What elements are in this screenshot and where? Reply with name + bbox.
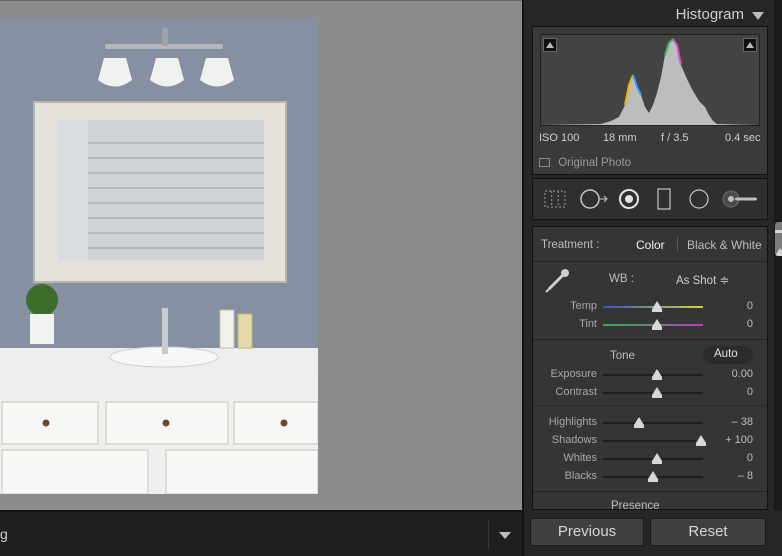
panel-scroll-thumb[interactable] bbox=[775, 222, 782, 256]
focal-readout: 18 mm bbox=[603, 132, 637, 144]
filmstrip-bar: g bbox=[0, 510, 522, 556]
radial-filter-icon[interactable] bbox=[687, 188, 711, 210]
highlight-clipping-icon[interactable] bbox=[743, 38, 757, 52]
highlights-label: Highlights bbox=[548, 416, 597, 428]
auto-tone-label: Auto bbox=[714, 348, 738, 360]
presence-label: Presence bbox=[611, 500, 660, 510]
shadows-slider-track[interactable] bbox=[603, 440, 703, 442]
histogram-graph bbox=[541, 38, 759, 125]
treatment-separator bbox=[677, 237, 678, 251]
original-photo-toggle[interactable]: Original Photo bbox=[539, 157, 631, 169]
exposure-label: Exposure bbox=[550, 368, 597, 380]
filmstrip-divider bbox=[488, 520, 489, 548]
tone-separator-line bbox=[533, 339, 767, 340]
temp-value[interactable]: 0 bbox=[703, 300, 753, 312]
shadow-clipping-icon[interactable] bbox=[543, 38, 557, 52]
treatment-separator-line bbox=[533, 261, 767, 262]
histogram-plot bbox=[540, 34, 760, 126]
histogram-title: Histogram bbox=[675, 6, 744, 23]
wb-dropdown[interactable]: As Shot ≑ bbox=[676, 273, 729, 287]
highlights-slider-track[interactable] bbox=[603, 422, 703, 424]
histogram-header[interactable]: Histogram bbox=[532, 2, 768, 26]
blacks-label: Blacks bbox=[564, 470, 597, 482]
previous-button[interactable]: Previous bbox=[530, 518, 644, 546]
exposure-slider-thumb[interactable] bbox=[652, 369, 662, 380]
presence-separator-line bbox=[533, 405, 767, 406]
filmstrip-label: g bbox=[0, 526, 8, 542]
tone-label: Tone bbox=[610, 350, 635, 362]
original-photo-checkbox[interactable] bbox=[539, 158, 550, 167]
shutter-readout: 0.4 sec bbox=[725, 132, 761, 144]
iso-readout: ISO 100 bbox=[539, 132, 580, 144]
contrast-slider-thumb[interactable] bbox=[652, 387, 662, 398]
bottom-buttons: Previous Reset bbox=[530, 518, 782, 548]
histogram-luminance-area bbox=[541, 39, 759, 125]
basic-panel: Treatment : Color Black & White WB : As … bbox=[532, 226, 768, 510]
contrast-value[interactable]: 0 bbox=[703, 386, 753, 398]
graduated-filter-icon[interactable] bbox=[655, 188, 673, 210]
whites-label: Whites bbox=[563, 452, 597, 464]
highlights-slider-thumb[interactable] bbox=[634, 417, 644, 428]
shadows-label: Shadows bbox=[551, 434, 597, 446]
tint-value[interactable]: 0 bbox=[703, 318, 753, 330]
panel-scrollbar[interactable] bbox=[774, 0, 782, 510]
blacks-slider-thumb[interactable] bbox=[648, 471, 658, 482]
white-balance-eyedropper-icon[interactable] bbox=[543, 267, 571, 295]
histogram-panel: ISO 100 18 mm f / 3.5 0.4 sec Original P… bbox=[532, 26, 768, 175]
original-photo-label: Original Photo bbox=[558, 157, 632, 169]
highlights-value[interactable]: – 38 bbox=[703, 416, 753, 428]
adjustment-brush-icon[interactable] bbox=[721, 188, 761, 210]
develop-panel: Histogram ISO 100 18 mm f / 3.5 0.4 sec … bbox=[522, 0, 782, 556]
collapse-triangle-icon[interactable] bbox=[752, 12, 764, 20]
treatment-bw-option[interactable]: Black & White bbox=[687, 238, 762, 252]
tool-strip bbox=[532, 178, 768, 220]
presence-header-separator bbox=[533, 491, 767, 492]
photo-preview bbox=[0, 18, 318, 494]
crop-overlay-icon[interactable] bbox=[543, 188, 567, 210]
exposure-value[interactable]: 0.00 bbox=[703, 368, 753, 380]
filmstrip-toggle-icon[interactable] bbox=[499, 532, 511, 539]
bathroom-photo bbox=[0, 18, 318, 494]
spot-removal-icon[interactable] bbox=[579, 188, 609, 210]
treatment-label: Treatment : bbox=[541, 239, 600, 251]
tint-label: Tint bbox=[579, 318, 597, 330]
wb-label: WB : bbox=[609, 273, 634, 285]
shadows-value[interactable]: + 100 bbox=[703, 434, 753, 446]
red-eye-icon[interactable] bbox=[617, 188, 641, 210]
whites-value[interactable]: 0 bbox=[703, 452, 753, 464]
whites-slider-thumb[interactable] bbox=[652, 453, 662, 464]
temp-label: Temp bbox=[570, 300, 597, 312]
contrast-label: Contrast bbox=[555, 386, 597, 398]
photo-canvas[interactable] bbox=[0, 0, 522, 510]
aperture-readout: f / 3.5 bbox=[661, 132, 689, 144]
blacks-value[interactable]: – 8 bbox=[703, 470, 753, 482]
tint-slider-thumb[interactable] bbox=[652, 319, 662, 330]
reset-button[interactable]: Reset bbox=[650, 518, 766, 546]
treatment-color-option[interactable]: Color bbox=[636, 238, 665, 252]
temp-slider-thumb[interactable] bbox=[652, 301, 662, 312]
